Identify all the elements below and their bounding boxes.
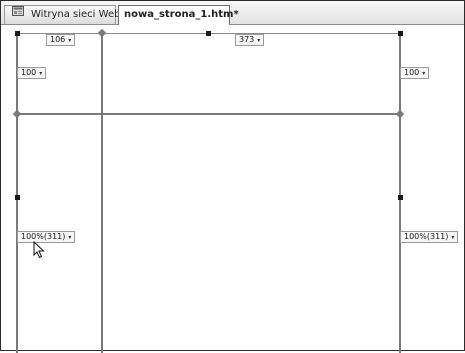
table-right-border (399, 33, 401, 353)
resize-handle-top-right[interactable] (398, 31, 403, 36)
chevron-down-icon: ▾ (422, 70, 426, 77)
row-height-main-left-value: 100%(311) (21, 232, 66, 241)
resize-handle-top-left[interactable] (15, 31, 20, 36)
row-height-top-left-value: 100 (21, 68, 37, 77)
tab-website-label: Witryna sieci Web (31, 9, 121, 20)
tab-page[interactable]: nowa_strona_1.htm* (118, 5, 239, 25)
row-height-dropdown-main-right[interactable]: 100%(311) ▾ (400, 231, 459, 243)
table-left-border (16, 33, 18, 353)
chevron-down-icon: ▾ (39, 70, 43, 77)
column-width-dropdown-right[interactable]: 373 ▾ (235, 34, 265, 46)
row-height-dropdown-top-left[interactable]: 100 ▾ (17, 67, 47, 79)
column-width-dropdown-left[interactable]: 106 ▾ (46, 34, 76, 46)
chevron-down-icon: ▾ (68, 37, 72, 44)
row-height-dropdown-top-right[interactable]: 100 ▾ (400, 67, 430, 79)
document-tab-bar: Witryna sieci Web nowa_strona_1.htm* (1, 1, 464, 25)
row-resize-handle-right[interactable] (395, 109, 405, 119)
row-height-main-right-value: 100%(311) (404, 232, 449, 241)
resize-handle-middle-right[interactable] (398, 195, 403, 200)
column-width-right-value: 373 (239, 35, 255, 44)
tab-website[interactable]: Witryna sieci Web (4, 5, 120, 24)
editor-window: Witryna sieci Web nowa_strona_1.htm* 106… (0, 0, 465, 353)
mouse-pointer-icon (33, 240, 45, 263)
column-width-left-value: 106 (50, 35, 66, 44)
column-resize-handle[interactable] (97, 28, 107, 38)
design-canvas[interactable]: 106 ▾ 373 ▾ 100 ▾ 100 ▾ 100%(311) ▾ 100%(311)… (2, 25, 464, 353)
row-height-dropdown-main-left[interactable]: 100%(311) ▾ (17, 231, 76, 243)
column-divider[interactable] (101, 33, 103, 353)
chevron-down-icon: ▾ (451, 234, 455, 241)
resize-handle-middle-left[interactable] (15, 195, 20, 200)
row-height-top-right-value: 100 (404, 68, 420, 77)
website-icon (12, 5, 24, 22)
resize-handle-top-center[interactable] (206, 31, 211, 36)
chevron-down-icon: ▾ (257, 37, 261, 44)
row-divider[interactable] (16, 113, 402, 115)
tab-page-label: nowa_strona_1.htm* (124, 9, 239, 20)
chevron-down-icon: ▾ (68, 234, 72, 241)
row-resize-handle-left[interactable] (12, 109, 22, 119)
